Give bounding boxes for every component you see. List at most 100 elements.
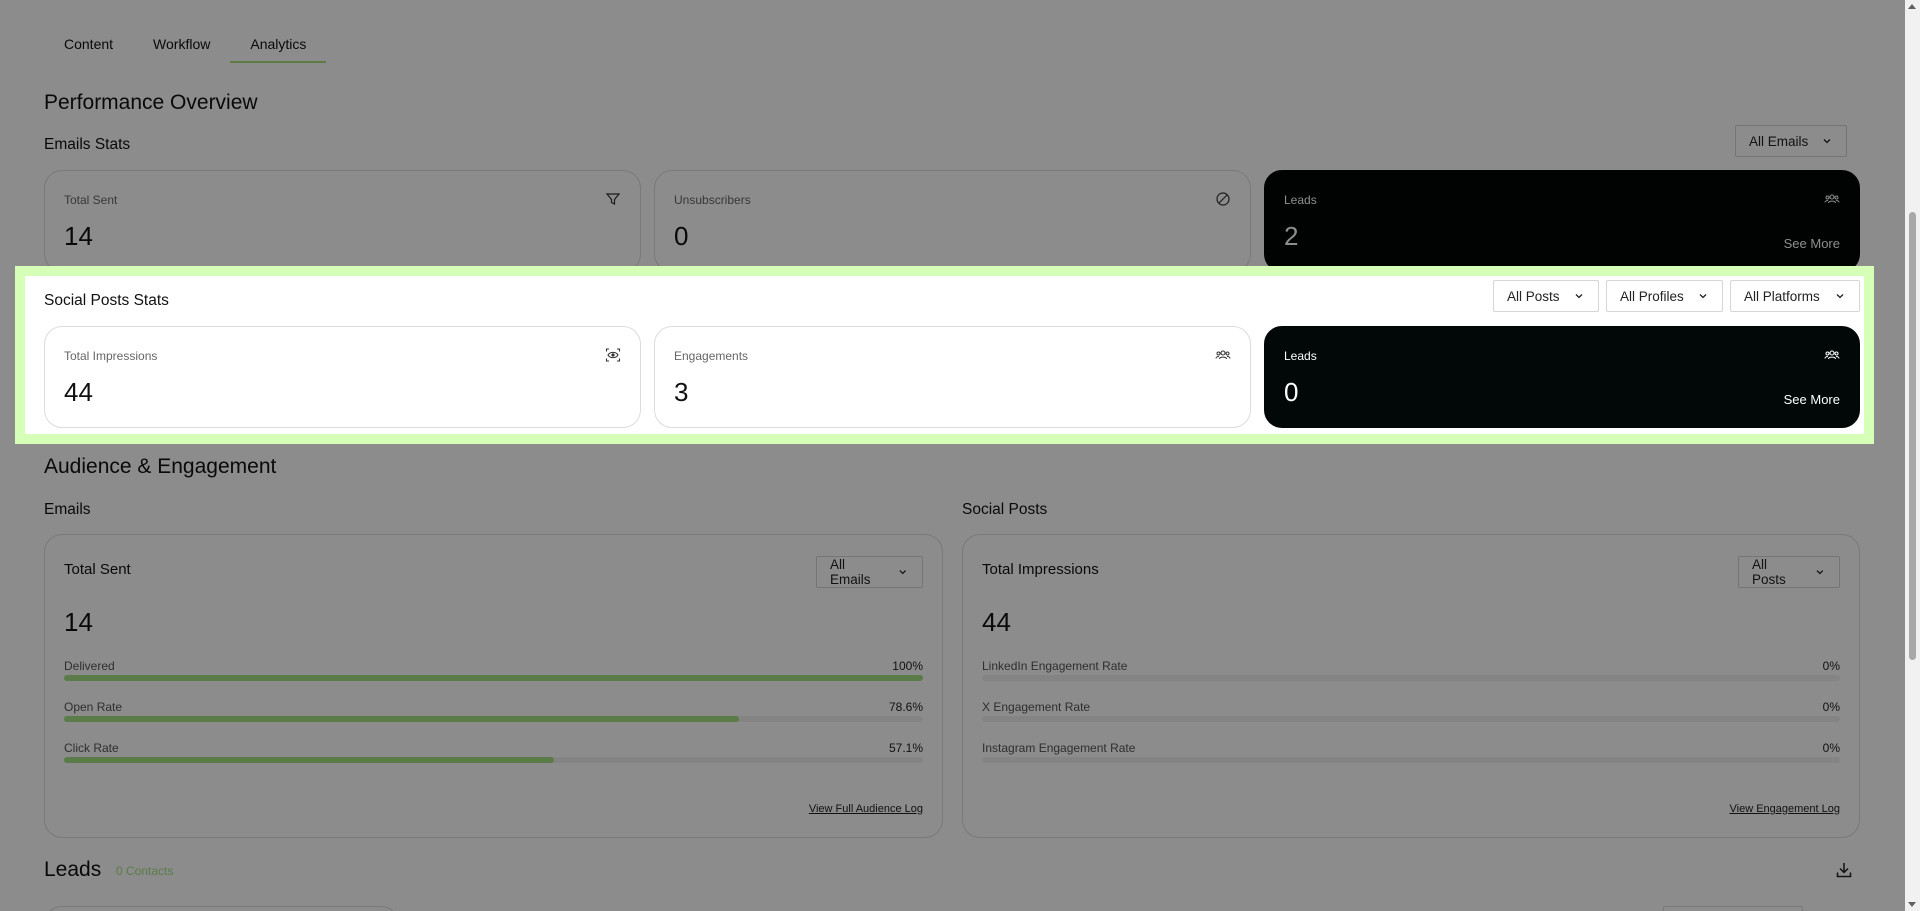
tab-content[interactable]: Content [44, 30, 133, 63]
stat-label: Unsubscribers [674, 193, 751, 207]
stat-card-email-leads: Leads 2 See More [1264, 170, 1860, 272]
metric-click-rate: Click Rate 57.1% [64, 741, 923, 771]
eye-scan-icon [605, 348, 621, 362]
download-icon[interactable] [1834, 860, 1854, 880]
users-icon [1824, 350, 1840, 360]
leads-search-box[interactable] [44, 906, 399, 911]
see-more-link[interactable]: See More [1784, 236, 1840, 251]
platforms-filter-dropdown[interactable]: All Platforms [1730, 280, 1860, 312]
progress-fill [64, 757, 555, 763]
stat-label: Leads [1284, 349, 1317, 363]
stat-value: 2 [1284, 221, 1299, 251]
progress-track [64, 716, 923, 722]
posts-filter-dropdown[interactable]: All Posts [1493, 280, 1599, 312]
progress-track [982, 675, 1840, 681]
leads-count: 0 Contacts [116, 864, 174, 878]
metric-open-rate: Open Rate 78.6% [64, 700, 923, 730]
chevron-down-icon [899, 570, 907, 575]
stat-label: Total Impressions [64, 349, 158, 363]
metric-delivered: Delivered 100% [64, 659, 923, 689]
posts-filter-value: All Posts [1507, 288, 1560, 304]
emails-panel-filter-value: All Emails [830, 557, 871, 587]
metric-value: 0% [1822, 659, 1840, 673]
emails-stats-title: Emails Stats [44, 136, 131, 153]
social-section-title: Social Posts [962, 501, 1048, 518]
stat-card-total-impressions: Total Impressions 44 [44, 326, 641, 428]
metric-label: X Engagement Rate [982, 700, 1091, 714]
profiles-filter-dropdown[interactable]: All Profiles [1606, 280, 1723, 312]
see-more-link[interactable]: See More [1784, 392, 1840, 407]
social-panel: Total Impressions All Posts 44 LinkedIn … [962, 534, 1860, 838]
scroll-up-icon[interactable] [1908, 4, 1916, 9]
chevron-down-icon [1816, 570, 1824, 575]
chevron-down-icon [1823, 139, 1831, 144]
leads-filter-box[interactable] [1663, 906, 1803, 911]
metric-instagram: Instagram Engagement Rate 0% [982, 741, 1840, 771]
stat-value: 3 [674, 377, 689, 407]
profiles-filter-value: All Profiles [1620, 288, 1684, 304]
emails-panel-filter-dropdown[interactable]: All Emails [816, 556, 923, 588]
stat-value: 0 [1284, 377, 1299, 407]
metric-value: 0% [1822, 700, 1840, 714]
progress-track [64, 675, 923, 681]
dim-overlay-left [0, 266, 15, 444]
performance-overview-title: Performance Overview [44, 91, 258, 114]
page-scrollbar[interactable] [1905, 0, 1920, 911]
view-engagement-log-link[interactable]: View Engagement Log [1730, 803, 1841, 815]
progress-track [982, 757, 1840, 763]
scroll-down-icon[interactable] [1908, 902, 1916, 907]
panel-title: Total Impressions [982, 561, 1099, 578]
metric-value: 78.6% [888, 700, 923, 714]
users-icon [1215, 350, 1231, 360]
metric-label: Instagram Engagement Rate [982, 741, 1136, 755]
prohibited-icon [1216, 192, 1230, 206]
metric-label: Click Rate [64, 741, 119, 755]
filter-icon [605, 193, 621, 205]
social-stats-title: Social Posts Stats [44, 292, 169, 309]
panel-value: 14 [64, 607, 93, 637]
stat-label: Leads [1284, 193, 1317, 207]
progress-track [982, 716, 1840, 722]
emails-panel: Total Sent All Emails 14 Delivered 100% … [44, 534, 943, 838]
stat-card-total-sent: Total Sent 14 [44, 170, 641, 272]
stat-card-social-leads: Leads 0 See More [1264, 326, 1860, 428]
metric-x: X Engagement Rate 0% [982, 700, 1840, 730]
emails-section-title: Emails [44, 501, 91, 518]
social-panel-filter-value: All Posts [1752, 557, 1786, 587]
analytics-page: Content Workflow Analytics Performance O… [0, 0, 1905, 911]
audience-engagement-title: Audience & Engagement [44, 455, 277, 478]
stat-label: Engagements [674, 349, 749, 363]
stat-label: Total Sent [64, 193, 118, 207]
dim-overlay-right [1874, 266, 1905, 444]
metric-label: Delivered [64, 659, 115, 673]
chevron-down-icon [1836, 294, 1844, 299]
metric-value: 100% [892, 659, 923, 673]
chevron-down-icon [1575, 294, 1583, 299]
metric-value: 0% [1822, 741, 1840, 755]
stat-card-engagements: Engagements 3 [654, 326, 1251, 428]
tab-workflow[interactable]: Workflow [133, 30, 230, 63]
metric-linkedin: LinkedIn Engagement Rate 0% [982, 659, 1840, 689]
stat-value: 0 [674, 221, 689, 251]
tab-bar: Content Workflow Analytics [44, 30, 327, 63]
view-audience-log-link[interactable]: View Full Audience Log [809, 803, 923, 815]
panel-title: Total Sent [64, 561, 131, 578]
platforms-filter-value: All Platforms [1744, 288, 1820, 304]
stat-value: 14 [64, 221, 93, 251]
emails-filter-dropdown[interactable]: All Emails [1735, 125, 1847, 157]
tab-analytics[interactable]: Analytics [230, 30, 327, 63]
progress-fill [64, 675, 923, 681]
leads-title: Leads [44, 858, 102, 881]
progress-track [64, 757, 923, 763]
metric-label: LinkedIn Engagement Rate [982, 659, 1128, 673]
progress-fill [64, 716, 740, 722]
stat-card-unsubscribers: Unsubscribers 0 [654, 170, 1251, 272]
social-panel-filter-dropdown[interactable]: All Posts [1738, 556, 1840, 588]
users-icon [1824, 194, 1840, 204]
metric-label: Open Rate [64, 700, 123, 714]
chevron-down-icon [1699, 294, 1707, 299]
metric-value: 57.1% [888, 741, 923, 755]
stat-value: 44 [64, 377, 93, 407]
panel-value: 44 [982, 607, 1011, 637]
scroll-thumb[interactable] [1909, 212, 1916, 660]
